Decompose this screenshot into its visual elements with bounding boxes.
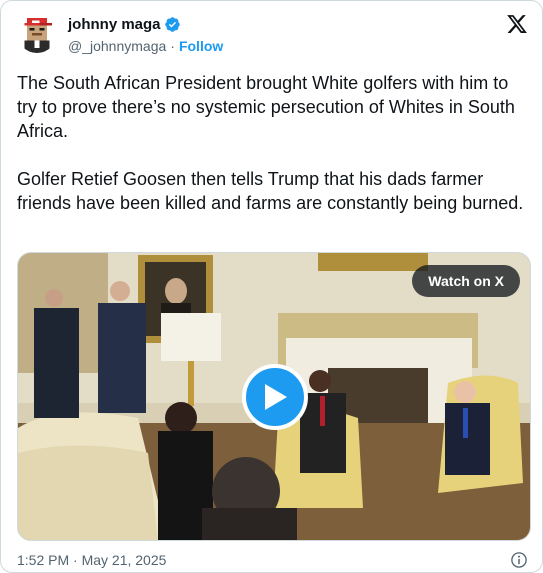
author-id-block: johnny maga @_johnnymaga · Follow bbox=[68, 14, 223, 56]
author-avatar[interactable] bbox=[17, 13, 57, 53]
author-handle[interactable]: @_johnnymaga bbox=[68, 38, 166, 54]
video-player[interactable]: Watch on X bbox=[17, 252, 531, 541]
author-display-name[interactable]: johnny maga bbox=[68, 16, 161, 33]
info-icon[interactable] bbox=[510, 551, 528, 569]
pixel-avatar-icon bbox=[17, 13, 57, 53]
follow-button[interactable]: Follow bbox=[179, 38, 223, 54]
timestamp[interactable]: 1:52 PM · May 21, 2025 bbox=[17, 552, 166, 568]
verified-badge-icon bbox=[164, 16, 180, 32]
tweet-footer: 1:52 PM · May 21, 2025 bbox=[17, 550, 528, 570]
tweet-header: johnny maga @_johnnymaga · Follow bbox=[17, 13, 528, 59]
watch-on-x-button[interactable]: Watch on X bbox=[412, 265, 520, 297]
author-handle-row: @_johnnymaga · Follow bbox=[68, 36, 223, 56]
separator-dot: · bbox=[170, 38, 175, 54]
play-button[interactable] bbox=[242, 364, 308, 430]
tweet-text: The South African President brought Whit… bbox=[17, 73, 524, 213]
x-logo-icon[interactable] bbox=[506, 13, 528, 35]
play-icon bbox=[265, 384, 287, 410]
author-name-row: johnny maga bbox=[68, 14, 223, 34]
tweet-card: johnny maga @_johnnymaga · Follow The So… bbox=[0, 0, 543, 573]
